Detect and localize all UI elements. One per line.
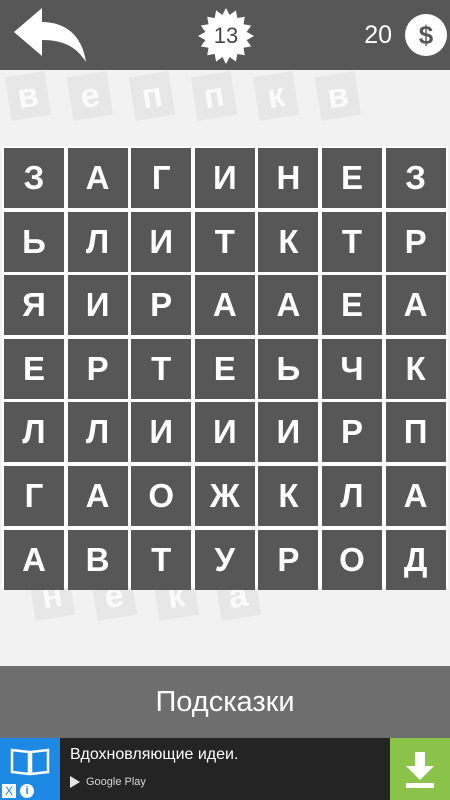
grid-cell[interactable]: Г xyxy=(4,466,64,526)
level-number: 13 xyxy=(213,23,239,48)
ad-download-button[interactable] xyxy=(390,738,450,800)
grid-cell[interactable]: Г xyxy=(131,148,192,208)
download-icon xyxy=(406,752,434,788)
grid-cell[interactable]: Я xyxy=(4,275,64,336)
background-letter: п xyxy=(128,71,176,121)
grid-cell[interactable]: Е xyxy=(4,338,64,399)
grid-cell[interactable]: Т xyxy=(131,529,192,590)
background-letter: в xyxy=(4,71,52,121)
grid-cell[interactable]: Р xyxy=(67,338,128,399)
grid-cell[interactable]: Д xyxy=(385,529,446,590)
grid-cell[interactable]: П xyxy=(385,402,446,463)
grid-cell[interactable]: Е xyxy=(322,148,382,208)
grid-cell[interactable]: Ч xyxy=(322,338,382,399)
level-badge: 13 xyxy=(198,8,254,64)
grid-cell[interactable]: З xyxy=(385,148,446,208)
grid-cell[interactable]: Р xyxy=(258,529,319,590)
ad-store-label: Google Play xyxy=(86,776,146,788)
ad-close-icon[interactable]: X xyxy=(2,784,16,798)
grid-cell[interactable]: У xyxy=(194,529,255,590)
dollar-coin-icon[interactable]: $ xyxy=(405,14,447,56)
ad-title: Вдохновляющие идеи. xyxy=(70,746,239,763)
grid-cell[interactable]: Л xyxy=(67,402,128,463)
grid-cell[interactable]: А xyxy=(4,529,64,590)
grid-cell[interactable]: Ж xyxy=(194,466,255,526)
background-letter: к xyxy=(252,71,300,121)
grid-cell[interactable]: Л xyxy=(322,466,382,526)
grid-cell[interactable]: А xyxy=(385,275,446,336)
coins-count: 20 xyxy=(364,21,392,49)
grid-cell[interactable]: И xyxy=(67,275,128,336)
background-letter: п xyxy=(190,71,238,121)
grid-cell[interactable]: Л xyxy=(4,402,64,463)
background-letter: е xyxy=(66,71,114,121)
letter-grid: ЗАГИНЕЗЬЛИТКТРЯИРААЕАЕРТЕЬЧКЛЛИИИРПГАОЖК… xyxy=(2,146,448,590)
grid-cell[interactable]: Е xyxy=(194,338,255,399)
grid-cell[interactable]: И xyxy=(131,211,192,272)
grid-cell[interactable]: Н xyxy=(258,148,319,208)
grid-cell[interactable]: А xyxy=(194,275,255,336)
grid-cell[interactable]: Р xyxy=(385,211,446,272)
grid-cell[interactable]: И xyxy=(194,148,255,208)
grid-cell[interactable]: А xyxy=(67,466,128,526)
grid-cell[interactable]: И xyxy=(194,402,255,463)
grid-cell[interactable]: А xyxy=(385,466,446,526)
grid-cell[interactable]: О xyxy=(322,529,382,590)
ad-banner[interactable]: X i Вдохновляющие идеи. Google Play xyxy=(0,738,450,800)
grid-cell[interactable]: Е xyxy=(322,275,382,336)
grid-cell[interactable]: И xyxy=(258,402,319,463)
grid-cell[interactable]: А xyxy=(67,148,128,208)
grid-cell[interactable]: В xyxy=(67,529,128,590)
back-button[interactable] xyxy=(12,6,88,64)
ad-app-icon[interactable]: X i xyxy=(0,738,60,800)
grid-cell[interactable]: К xyxy=(258,466,319,526)
grid-cell[interactable]: Р xyxy=(322,402,382,463)
ad-info-icon[interactable]: i xyxy=(20,784,34,798)
hints-button[interactable]: Подсказки xyxy=(0,666,450,738)
grid-cell[interactable]: Ь xyxy=(4,211,64,272)
book-icon xyxy=(10,748,50,776)
grid-cell[interactable]: Т xyxy=(131,338,192,399)
grid-cell[interactable]: З xyxy=(4,148,64,208)
grid-cell[interactable]: Т xyxy=(194,211,255,272)
grid-cell[interactable]: К xyxy=(385,338,446,399)
grid-cell[interactable]: Р xyxy=(131,275,192,336)
grid-cell[interactable]: К xyxy=(258,211,319,272)
grid-cell[interactable]: Т xyxy=(322,211,382,272)
grid-cell[interactable]: А xyxy=(258,275,319,336)
top-bar: 13 20 $ xyxy=(0,0,450,70)
grid-cell[interactable]: И xyxy=(131,402,192,463)
back-arrow-icon xyxy=(14,8,86,62)
grid-cell[interactable]: О xyxy=(131,466,192,526)
hints-label: Подсказки xyxy=(155,686,295,718)
background-letter: в xyxy=(314,71,362,121)
grid-cell[interactable]: Ь xyxy=(258,338,319,399)
grid-cell[interactable]: Л xyxy=(67,211,128,272)
